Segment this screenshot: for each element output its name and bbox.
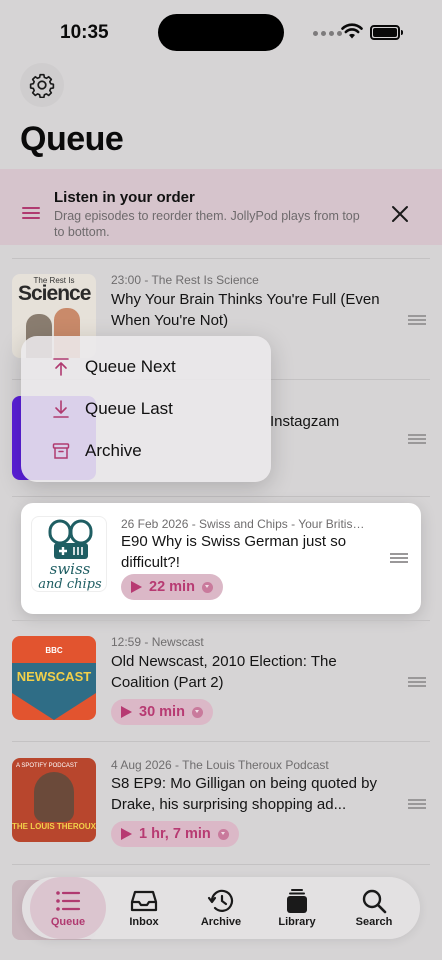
close-icon[interactable]	[388, 202, 412, 226]
tab-label: Queue	[50, 916, 86, 928]
menu-item-label: Queue Last	[85, 399, 173, 418]
episode-artwork: swiss and chips	[31, 516, 107, 592]
play-duration-button[interactable]: 22 min	[121, 574, 223, 600]
divider	[12, 864, 430, 865]
svg-text:and chips: and chips	[38, 577, 102, 592]
drag-handle-icon[interactable]	[408, 315, 426, 325]
gear-icon	[29, 73, 55, 98]
clock-history-icon	[207, 889, 234, 912]
play-duration-button[interactable]: 1 hr, 7 min	[111, 821, 239, 847]
drag-handle-icon[interactable]	[390, 553, 408, 563]
tray-icon	[130, 890, 158, 912]
status-bar: 10:35	[0, 0, 442, 62]
archive-box-icon	[52, 443, 70, 459]
episode-title[interactable]: Old Newscast, 2010 Election: The Coaliti…	[111, 651, 391, 693]
menu-item-queue-next[interactable]: Queue Next	[21, 347, 271, 387]
tab-archive[interactable]: Archive	[183, 877, 259, 939]
artwork-small-text: A SPOTIFY PODCAST	[16, 763, 78, 769]
episode-artwork: BBC NEWSCAST	[12, 636, 96, 720]
tab-bar: Queue Inbox Archive Library Search	[22, 877, 420, 939]
menu-item-label: Archive	[85, 441, 142, 460]
svg-text:swiss: swiss	[50, 560, 91, 578]
search-icon	[362, 889, 387, 914]
artwork-title-text: Science	[18, 282, 91, 305]
tab-search[interactable]: Search	[336, 877, 412, 939]
episode-duration: 22 min	[149, 579, 195, 595]
arrow-down-to-line-icon	[53, 400, 69, 418]
episode-title[interactable]: S8 EP9: Mo Gilligan on being quoted by D…	[111, 773, 393, 815]
reorder-lines-icon	[22, 207, 40, 219]
page-title: Queue	[20, 120, 124, 158]
drag-handle-icon[interactable]	[408, 677, 426, 687]
context-menu: Queue Next Queue Last Archive	[21, 336, 271, 482]
episode-meta: 12:59 - Newscast	[111, 635, 204, 649]
arrow-up-to-line-icon	[53, 358, 69, 376]
play-icon	[131, 581, 142, 593]
episode-artwork: A SPOTIFY PODCAST THE LOUIS THEROUX	[12, 758, 96, 842]
artwork-title-text: THE LOUIS THEROUX	[12, 822, 96, 831]
tab-library[interactable]: Library	[259, 877, 335, 939]
battery-icon	[370, 25, 403, 40]
menu-item-queue-last[interactable]: Queue Last	[21, 389, 271, 429]
artwork-title-text: NEWSCAST	[16, 669, 92, 684]
banner-subtitle: Drag episodes to reorder them. JollyPod …	[54, 209, 360, 239]
play-duration-button[interactable]: 30 min	[111, 699, 213, 725]
tab-label: Archive	[200, 916, 242, 928]
menu-item-archive[interactable]: Archive	[21, 431, 271, 471]
wifi-icon	[341, 23, 363, 39]
divider	[12, 741, 430, 742]
tab-queue[interactable]: Queue	[30, 877, 106, 939]
episode-duration: 30 min	[139, 704, 185, 720]
episode-title[interactable]: Instagzam	[270, 411, 390, 432]
tab-label: Inbox	[129, 916, 159, 928]
play-icon	[121, 706, 132, 718]
tab-label: Search	[355, 916, 393, 928]
stack-icon	[287, 889, 307, 913]
tab-inbox[interactable]: Inbox	[106, 877, 182, 939]
banner-title: Listen in your order	[54, 189, 195, 206]
menu-item-label: Queue Next	[85, 357, 176, 376]
episode-meta: 26 Feb 2026 - Swiss and Chips - Your Bri…	[121, 517, 371, 531]
swiss-and-chips-logo: swiss and chips	[38, 519, 102, 592]
dynamic-island	[158, 14, 284, 51]
download-status-icon	[201, 581, 213, 593]
drag-handle-icon[interactable]	[408, 434, 426, 444]
status-time: 10:35	[60, 22, 109, 43]
drag-handle-icon[interactable]	[408, 799, 426, 809]
tab-label: Library	[278, 916, 316, 928]
episode-title[interactable]: Why Your Brain Thinks You're Full (Even …	[111, 289, 391, 331]
divider	[12, 496, 430, 497]
list-icon	[56, 891, 81, 911]
download-status-icon	[191, 706, 203, 718]
episode-meta: 23:00 - The Rest Is Science	[111, 273, 259, 287]
divider	[12, 620, 430, 621]
play-icon	[121, 828, 132, 840]
settings-button[interactable]	[20, 63, 64, 107]
download-status-icon	[217, 828, 229, 840]
episode-title[interactable]: E90 Why is Swiss German just so difficul…	[121, 531, 351, 573]
dragged-episode-card[interactable]: swiss and chips 26 Feb 2026 - Swiss and …	[21, 503, 421, 614]
episode-duration: 1 hr, 7 min	[139, 826, 211, 842]
episode-meta: 4 Aug 2026 - The Louis Theroux Podcast	[111, 758, 329, 772]
artwork-small-text: BBC	[45, 646, 63, 655]
cellular-signal-icon	[313, 31, 342, 36]
divider	[12, 258, 430, 259]
